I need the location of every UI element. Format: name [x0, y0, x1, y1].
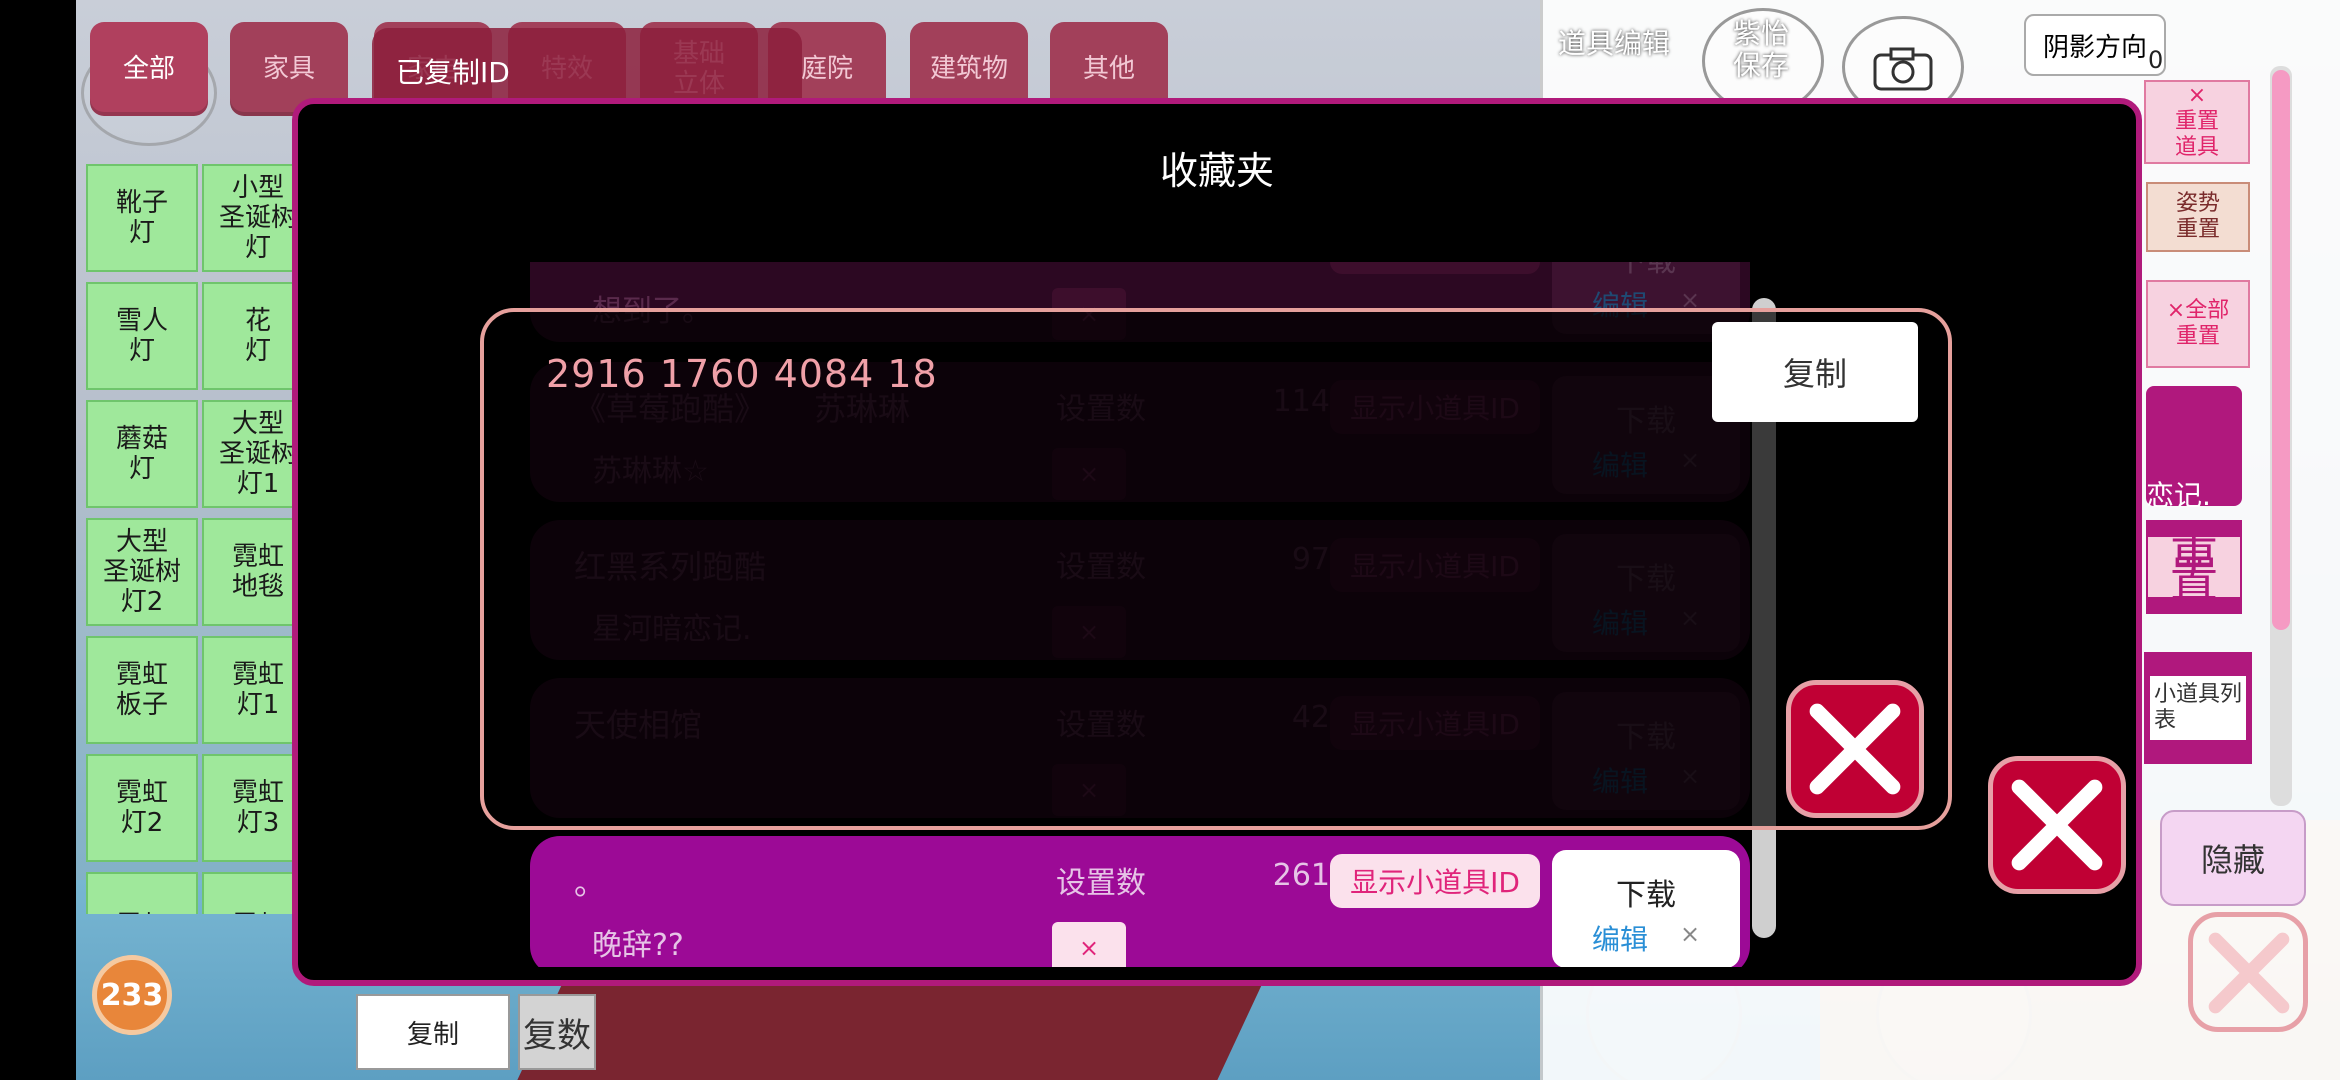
- close-icon: [1809, 703, 1901, 795]
- item-tile[interactable]: 霓虹 灯3: [202, 754, 296, 862]
- item-tile[interactable]: 花 灯: [202, 282, 296, 390]
- copy-button-label: 复制: [406, 1019, 459, 1050]
- copied-id-value: 2916 1760 4084 18: [546, 352, 938, 396]
- item-grid: 靴子 灯小型 圣诞树 灯雪人 灯花 灯蘑菇 灯大型 圣诞树 灯1 大型 圣诞树 灯…: [86, 164, 296, 914]
- item-tile[interactable]: 蘑菇 灯: [86, 400, 198, 508]
- memo-text: 恋记.: [2146, 479, 2211, 512]
- close-editor-button[interactable]: [2188, 912, 2308, 1032]
- shadow-direction-button[interactable]: 阴影方向: [2024, 14, 2166, 76]
- set-count-value: 261: [1272, 858, 1330, 893]
- item-tile[interactable]: 雪人 灯: [86, 282, 198, 390]
- item-tile[interactable]: 霓虹: [86, 872, 198, 914]
- counter-value: 233: [100, 977, 164, 1013]
- favorite-row: 。晚辞?? 设置数 261 显示小道具ID × 下载 编辑 ×: [530, 836, 1750, 967]
- item-tile[interactable]: 霓虹 地毯: [202, 518, 296, 626]
- multi-select-button[interactable]: 复数: [518, 994, 596, 1070]
- prop-list-label: 小道具列 表: [2149, 676, 2246, 740]
- reset-all-button[interactable]: ×全部 重置: [2146, 280, 2250, 368]
- shadow-direction-label: 阴影方向: [2042, 32, 2147, 63]
- pose-reset-button[interactable]: 姿势 重置: [2146, 182, 2250, 252]
- item-tile[interactable]: 大型 圣诞树 灯2: [86, 518, 198, 626]
- editor-scroll-thumb[interactable]: [2272, 70, 2290, 630]
- reset-prop-label: × 重置 道具: [2174, 83, 2219, 160]
- reset-big-label: 重置: [2148, 530, 2240, 604]
- item-tile[interactable]: 小型 圣诞树 灯: [202, 164, 296, 272]
- show-prop-id-button[interactable]: 显示小道具ID: [1330, 262, 1540, 274]
- reset-prop-button[interactable]: × 重置 道具: [2144, 80, 2250, 164]
- close-icon: [2011, 779, 2103, 871]
- set-count-label: 设置数: [1056, 866, 1146, 901]
- item-tile[interactable]: 霓虹: [202, 872, 296, 914]
- hide-label: 隐藏: [2200, 841, 2265, 879]
- multi-button-label: 复数: [523, 1015, 591, 1056]
- prop-list-button[interactable]: 小道具列 表: [2144, 652, 2252, 764]
- reset-all-label: ×全部 重置: [2166, 298, 2230, 349]
- favorite-author: 晚辞??: [592, 928, 684, 963]
- download-label: 下载: [1552, 262, 1740, 280]
- item-tile[interactable]: 霓虹 灯1: [202, 636, 296, 744]
- hide-button[interactable]: 隐藏: [2160, 810, 2306, 906]
- editor-title: 道具编辑: [1558, 27, 1671, 60]
- copy-id-button[interactable]: 复制: [1712, 322, 1918, 422]
- copy-id-label: 复制: [1782, 355, 1847, 393]
- close-favorites-button[interactable]: [1988, 756, 2126, 894]
- close-id-panel-button[interactable]: [1786, 680, 1924, 818]
- download-button[interactable]: 下载编辑 ×: [1552, 850, 1740, 967]
- download-label: 下载: [1616, 878, 1676, 913]
- item-counter-badge: 233: [92, 955, 172, 1035]
- reset-big-button[interactable]: 重置: [2146, 520, 2242, 614]
- pose-reset-label: 姿势 重置: [2175, 191, 2220, 242]
- edit-remove-icon[interactable]: ×: [1680, 920, 1700, 948]
- close-icon: [2208, 932, 2290, 1014]
- item-tile[interactable]: 霓虹 板子: [86, 636, 198, 744]
- favorite-name: 。: [574, 864, 607, 902]
- set-count-label: 设置数: [1056, 262, 1146, 268]
- item-tile[interactable]: 大型 圣诞树 灯1: [202, 400, 296, 508]
- toast-text: 已复制ID: [396, 56, 510, 89]
- copy-button[interactable]: 复制: [356, 994, 510, 1070]
- remove-favorite-button[interactable]: ×: [1052, 922, 1126, 967]
- modal-title: 收藏夹: [1159, 149, 1274, 193]
- item-tile[interactable]: 霓虹 灯2: [86, 754, 198, 862]
- camera-icon: [1873, 47, 1933, 91]
- save-label: 紫怡 保存: [1732, 17, 1789, 82]
- tab-0[interactable]: 全部: [90, 22, 208, 116]
- shadow-value: 0: [2148, 46, 2164, 74]
- show-prop-id-button[interactable]: 显示小道具ID: [1330, 854, 1540, 908]
- item-tile[interactable]: 靴子 灯: [86, 164, 198, 272]
- edit-link[interactable]: 编辑: [1592, 918, 1648, 958]
